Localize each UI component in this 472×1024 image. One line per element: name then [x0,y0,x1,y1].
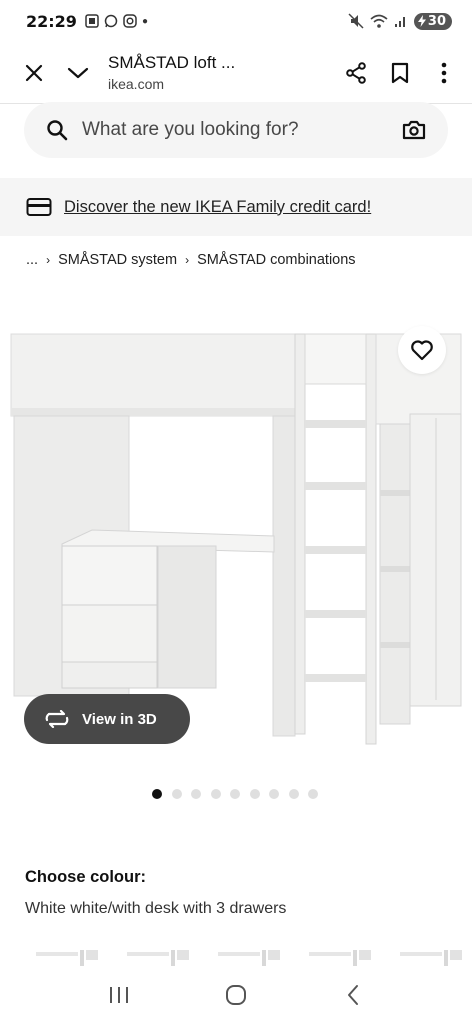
share-button[interactable] [334,51,378,95]
favourite-button[interactable] [398,326,446,374]
search-bar[interactable]: What are you looking for? [24,102,448,158]
toolbar-actions [334,51,466,95]
colour-swatch[interactable] [218,950,282,966]
minimize-button[interactable] [56,51,100,95]
battery-indicator: 30 [413,12,452,30]
breadcrumb-item[interactable]: ... [26,252,38,268]
signal-icon [394,17,405,27]
screenshot-icon [85,14,99,28]
chevron-down-icon [67,67,89,78]
chevron-right-icon: › [46,253,51,267]
view-3d-label: View in 3D [82,710,157,728]
bookmark-icon [391,62,409,83]
view-3d-button[interactable]: View in 3D [24,694,190,744]
more-vert-icon [441,62,447,83]
more-options-button[interactable] [422,51,466,95]
selected-colour: White white/with desk with 3 drawers [25,900,287,917]
carousel-dot[interactable] [249,789,260,799]
carousel-dot[interactable] [230,789,240,799]
breadcrumb-item[interactable]: SMÅSTAD combinations [197,252,355,268]
wifi-icon [370,14,388,28]
carousel-dot[interactable] [308,789,318,799]
carousel-dot[interactable] [191,789,201,799]
system-icons: 30 [348,12,452,30]
credit-card-promo[interactable]: Discover the new IKEA Family credit card… [0,178,472,236]
home-button[interactable] [206,975,266,1015]
camera-icon[interactable] [402,119,426,141]
credit-card-icon [26,198,52,216]
carousel-dot[interactable] [152,789,162,799]
breadcrumb: ... › SMÅSTAD system › SMÅSTAD combinati… [26,252,356,268]
colour-swatches [36,950,464,966]
recent-apps-icon [109,987,128,1003]
carousel-dot[interactable] [288,789,299,799]
colour-swatch[interactable] [400,950,464,966]
chevron-right-icon: › [185,253,190,267]
page-title: SMÅSTAD loft ... [108,53,236,72]
battery-level: 30 [427,13,446,29]
recent-apps-button[interactable] [89,975,149,1015]
system-nav-bar [0,966,472,1024]
close-button[interactable] [12,51,56,95]
colour-swatch[interactable] [127,950,191,966]
heart-icon [411,340,433,361]
bookmark-button[interactable] [378,51,422,95]
whatsapp-icon [104,14,118,28]
colour-swatch[interactable] [309,950,373,966]
notification-icons: ● [85,14,148,28]
page-url: ikea.com [108,76,165,92]
carousel-dot[interactable] [210,789,221,799]
colour-heading: Choose colour: [25,868,147,886]
home-icon [225,985,246,1005]
back-icon [348,985,359,1005]
colour-swatch[interactable] [36,950,100,966]
carousel-dot[interactable] [171,789,182,799]
rotate-3d-icon [45,710,69,728]
browser-toolbar: SMÅSTAD loft ... ikea.com [0,42,472,104]
share-icon [346,61,366,84]
mute-icon [348,13,364,29]
instagram-icon [123,14,137,28]
dot-icon: ● [141,15,148,27]
search-icon [47,120,68,141]
charging-icon [417,15,426,27]
search-input[interactable]: What are you looking for? [82,119,402,141]
breadcrumb-item[interactable]: SMÅSTAD system [58,252,177,268]
carousel-dots [152,789,318,799]
page-info[interactable]: SMÅSTAD loft ... ikea.com [108,53,334,92]
close-icon [25,64,43,81]
status-bar: 22:29 ● 30 [0,0,472,42]
status-time: 22:29 [26,11,77,31]
promo-link[interactable]: Discover the new IKEA Family credit card… [64,198,371,217]
back-button[interactable] [323,975,383,1015]
carousel-dot[interactable] [269,789,279,799]
